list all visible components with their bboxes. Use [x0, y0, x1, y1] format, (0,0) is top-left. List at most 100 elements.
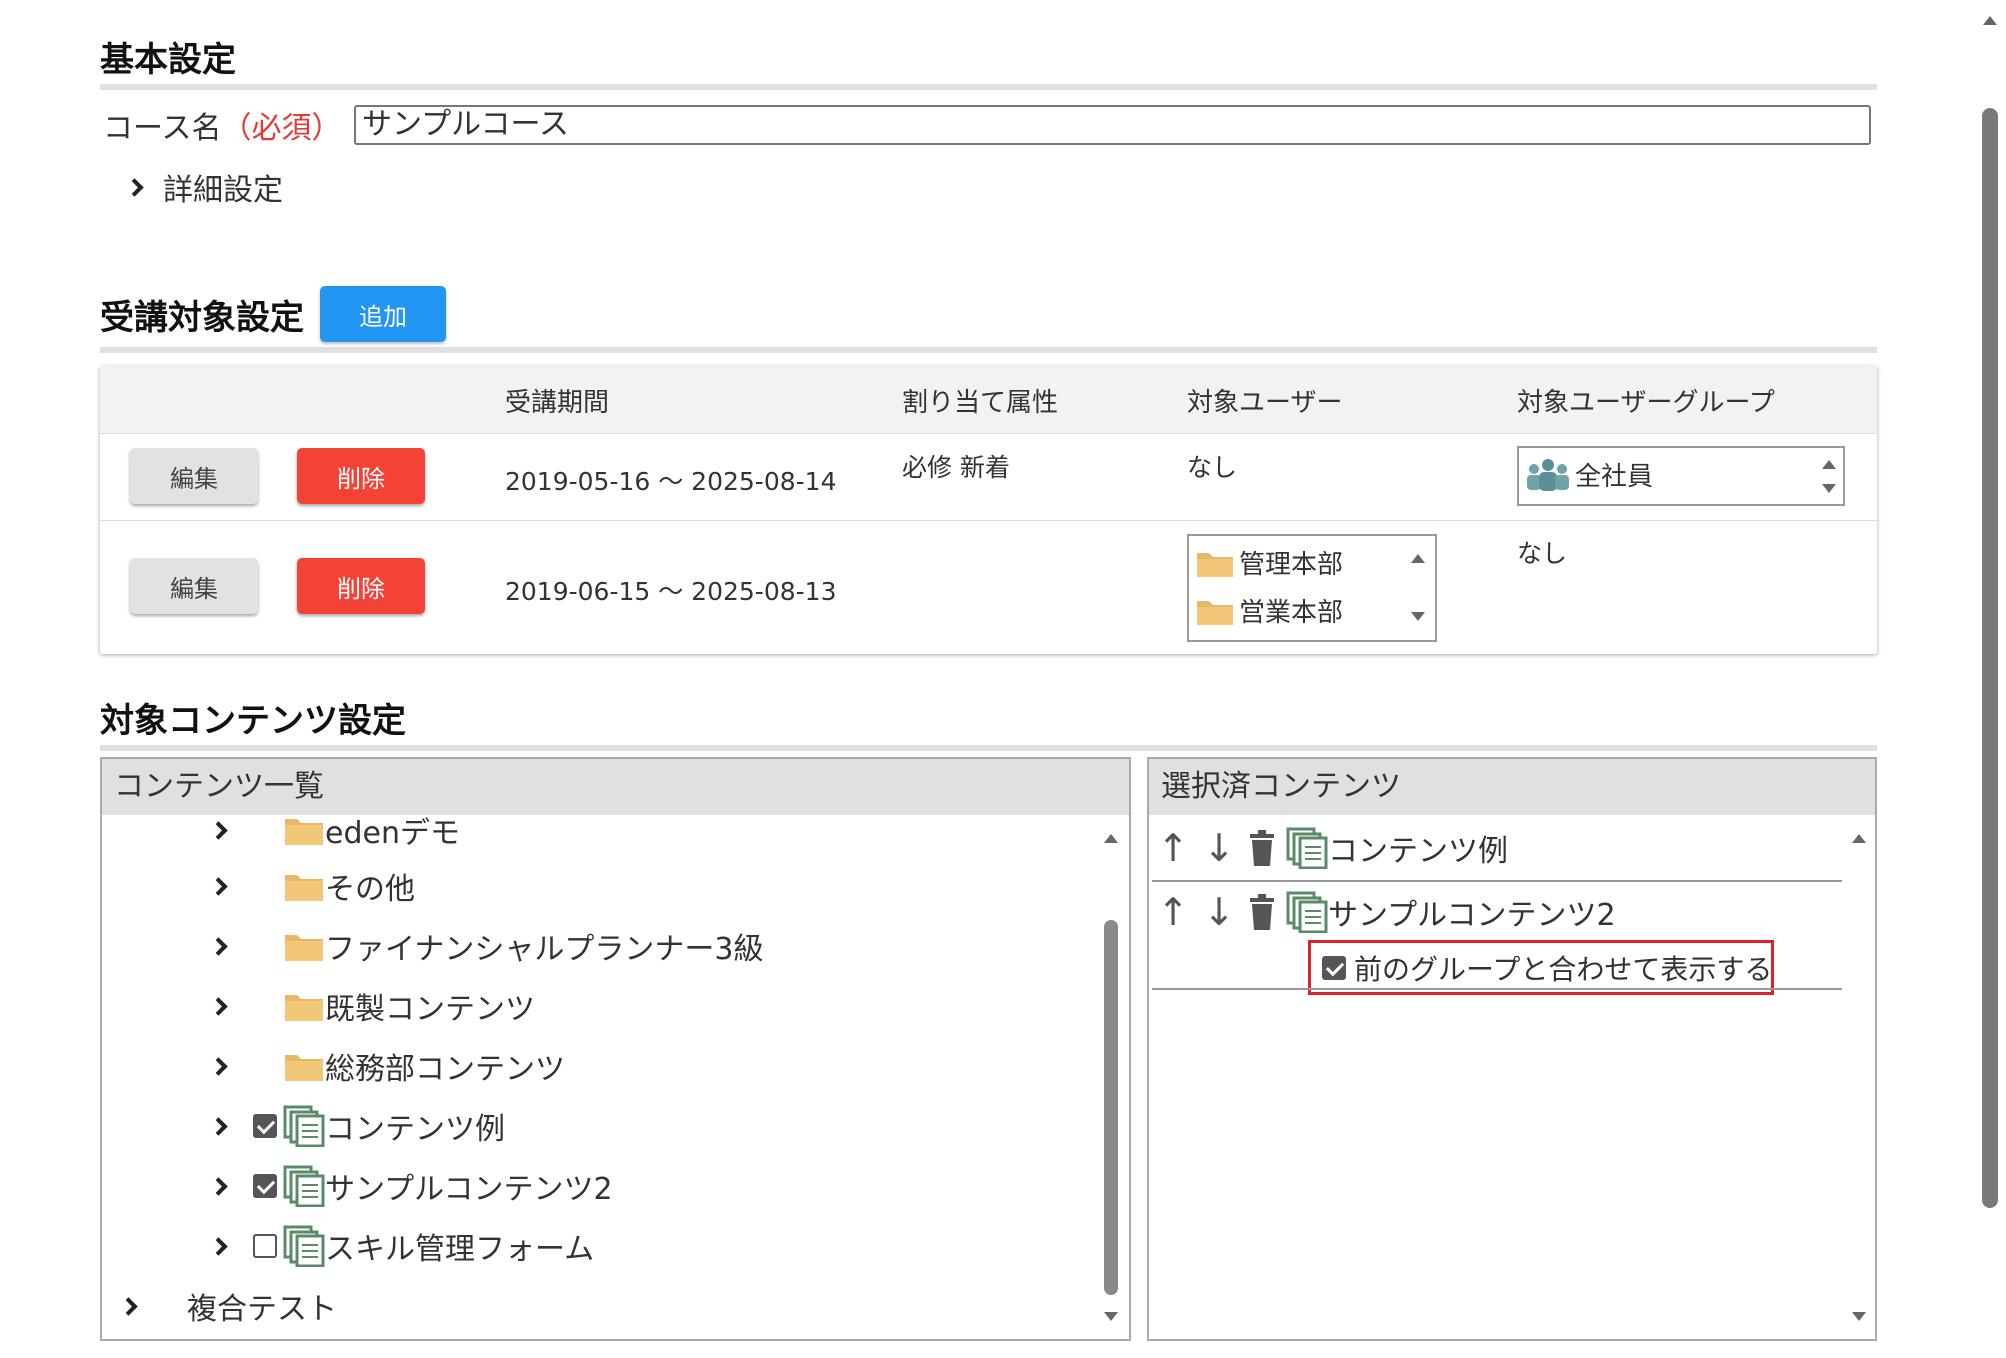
- folder-icon: [285, 935, 323, 961]
- user-listbox[interactable]: 管理本部 営業本部: [1187, 534, 1437, 642]
- delete-button[interactable]: 削除: [297, 448, 425, 504]
- scroll-up-icon[interactable]: [1411, 554, 1425, 563]
- chevron-right-icon: [125, 177, 144, 197]
- trash-icon[interactable]: [1242, 892, 1282, 932]
- move-up-icon[interactable]: ↑: [1150, 828, 1196, 868]
- tree-item-folder[interactable]: ファイナンシャルプランナー3級: [209, 924, 764, 968]
- folder-icon: [1197, 552, 1233, 577]
- tree-item-label: コンテンツ例: [325, 1112, 505, 1147]
- target-table: 受講期間 割り当て属性 対象ユーザー 対象ユーザーグループ 編集 削除 2019…: [100, 366, 1877, 654]
- header-period: 受講期間: [505, 388, 610, 418]
- page-scrollbar[interactable]: [1982, 108, 1998, 1208]
- required-mark: （必須）: [221, 111, 342, 146]
- list-item[interactable]: 全社員: [1525, 456, 1653, 493]
- target-settings-title: 受講対象設定: [100, 298, 304, 338]
- selected-item-label: コンテンツ例: [1328, 834, 1508, 869]
- tree-item-content[interactable]: コンテンツ例: [209, 1104, 505, 1148]
- chevron-right-icon[interactable]: [119, 1296, 138, 1316]
- move-down-icon[interactable]: ↓: [1196, 892, 1242, 932]
- tree-item-group[interactable]: 複合テスト: [119, 1284, 337, 1328]
- basic-settings-title: 基本設定: [100, 40, 236, 80]
- trash-icon[interactable]: [1242, 828, 1282, 868]
- tree-item-folder[interactable]: 既製コンテンツ: [209, 984, 535, 1028]
- scroll-up-icon[interactable]: [1104, 834, 1118, 843]
- tree-item-content[interactable]: サンプルコンテンツ2: [209, 1164, 613, 1208]
- course-name-label-text: コース名: [103, 111, 222, 146]
- scroll-down-icon[interactable]: [1411, 612, 1425, 621]
- chevron-right-icon[interactable]: [209, 1176, 228, 1196]
- user-group-listbox[interactable]: 全社員: [1517, 446, 1845, 506]
- header-user-groups: 対象ユーザーグループ: [1517, 388, 1775, 418]
- content-settings-title: 対象コンテンツ設定: [100, 701, 406, 741]
- list-item[interactable]: 営業本部: [1195, 592, 1343, 629]
- tree-item-label: 既製コンテンツ: [325, 992, 535, 1027]
- folder-icon: [1197, 600, 1233, 625]
- attribute-cell: 必修 新着: [902, 453, 1010, 482]
- course-name-input[interactable]: サンプルコース: [354, 105, 1871, 145]
- add-target-button[interactable]: 追加: [320, 286, 446, 342]
- chevron-right-icon[interactable]: [209, 876, 228, 896]
- chevron-right-icon[interactable]: [209, 1236, 228, 1256]
- content-checkbox[interactable]: [253, 1174, 277, 1198]
- folder-icon: [285, 1055, 323, 1081]
- content-pages-icon: [283, 1225, 325, 1267]
- chevron-right-icon[interactable]: [209, 820, 228, 840]
- combine-label: 前のグループと合わせて表示する: [1354, 953, 1773, 986]
- tree-item-label: edenデモ: [325, 816, 460, 851]
- content-list-scrollbar[interactable]: [1104, 920, 1118, 1295]
- section-divider: [100, 745, 1877, 751]
- move-down-icon[interactable]: ↓: [1196, 828, 1242, 868]
- list-item[interactable]: 管理本部: [1195, 544, 1343, 581]
- row-divider: [100, 520, 1877, 521]
- tree-item-label: その他: [325, 872, 415, 907]
- chevron-right-icon[interactable]: [209, 996, 228, 1016]
- scroll-up-icon[interactable]: [1852, 834, 1866, 843]
- selected-item-divider: [1152, 988, 1842, 990]
- combine-option[interactable]: 前のグループと合わせて表示する: [1322, 948, 1772, 988]
- target-table-header: 受講期間 割り当て属性 対象ユーザー 対象ユーザーグループ: [100, 366, 1877, 434]
- scroll-down-icon[interactable]: [1822, 484, 1836, 493]
- delete-button[interactable]: 削除: [297, 558, 425, 614]
- chevron-right-icon[interactable]: [209, 936, 228, 956]
- content-checkbox[interactable]: [253, 1114, 277, 1138]
- scroll-up-icon[interactable]: [1822, 460, 1836, 469]
- header-attribute: 割り当て属性: [902, 388, 1059, 418]
- selected-item: ↑ ↓ コンテンツ例: [1150, 826, 1508, 870]
- detail-settings-label: 詳細設定: [163, 173, 283, 208]
- user-groups-cell: なし: [1517, 539, 1568, 568]
- selected-item-label: サンプルコンテンツ2: [1328, 898, 1616, 933]
- edit-button[interactable]: 編集: [130, 448, 258, 504]
- tree-item-content[interactable]: スキル管理フォーム: [209, 1224, 594, 1268]
- scroll-down-icon[interactable]: [1104, 1312, 1118, 1321]
- chevron-right-icon[interactable]: [209, 1056, 228, 1076]
- combine-checkbox[interactable]: [1322, 956, 1346, 980]
- tree-item-label: 複合テスト: [187, 1292, 337, 1327]
- tree-item-label: サンプルコンテンツ2: [325, 1172, 613, 1207]
- chevron-right-icon[interactable]: [209, 1116, 228, 1136]
- edit-button[interactable]: 編集: [130, 558, 258, 614]
- content-pages-icon: [1286, 827, 1328, 869]
- users-cell: なし: [1187, 453, 1238, 482]
- tree-item-label: ファイナンシャルプランナー3級: [325, 932, 764, 967]
- course-settings-page: 基本設定 コース名（必須） サンプルコース 詳細設定 受講対象設定 追加 受講期…: [0, 0, 2006, 1358]
- section-divider: [100, 84, 1877, 90]
- list-item-label: 全社員: [1575, 462, 1654, 492]
- move-up-icon[interactable]: ↑: [1150, 892, 1196, 932]
- section-divider: [100, 347, 1877, 353]
- content-pages-icon: [1286, 891, 1328, 933]
- content-checkbox[interactable]: [253, 1234, 277, 1258]
- page-scroll-up-icon[interactable]: [1983, 16, 1997, 25]
- tree-item-folder[interactable]: 総務部コンテンツ: [209, 1044, 565, 1088]
- folder-icon: [285, 995, 323, 1021]
- tree-item-folder[interactable]: その他: [209, 864, 415, 908]
- content-tree: edenデモ その他 ファイナンシャルプランナー3級 既製コンテンツ 総務部コン…: [102, 816, 1129, 1339]
- period-cell: 2019-05-16 ～ 2025-08-14: [505, 467, 837, 496]
- content-pages-icon: [283, 1105, 325, 1147]
- folder-icon: [285, 875, 323, 901]
- scroll-down-icon[interactable]: [1852, 1312, 1866, 1321]
- detail-settings-toggle[interactable]: 詳細設定: [125, 165, 283, 209]
- tree-item-folder[interactable]: edenデモ: [209, 816, 460, 852]
- course-name-label: コース名（必須）: [103, 103, 342, 147]
- content-list-header: コンテンツ一覧: [102, 759, 1129, 815]
- group-icon: [1527, 458, 1569, 491]
